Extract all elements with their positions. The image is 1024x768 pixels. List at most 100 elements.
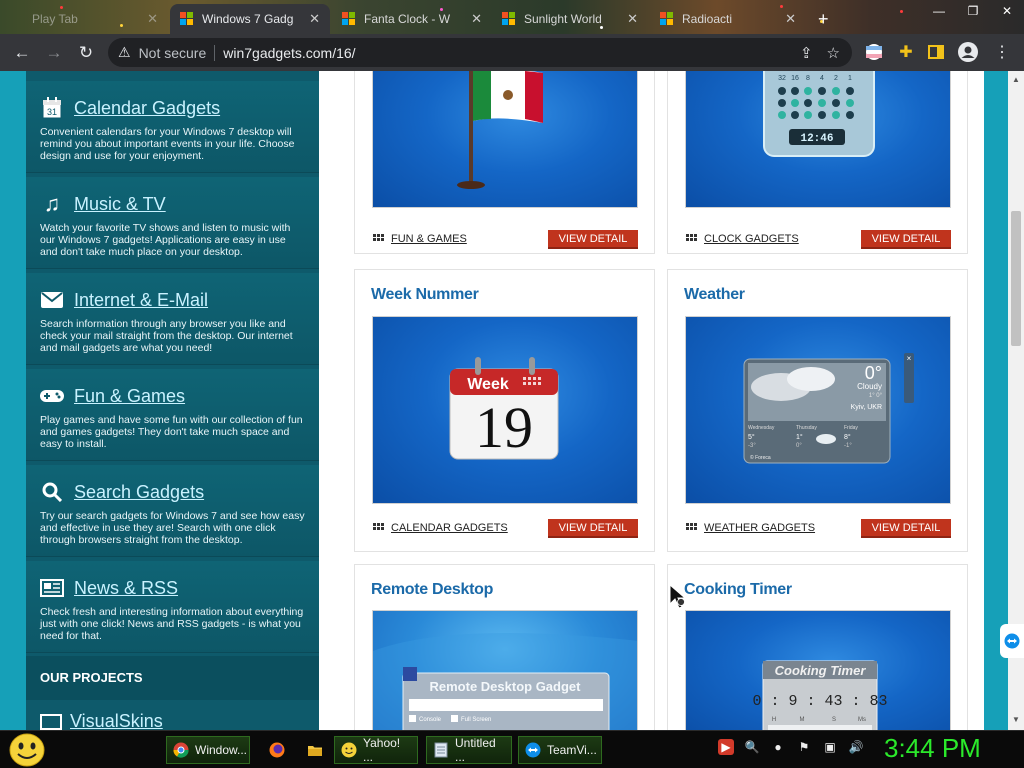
close-icon[interactable]: ✕ (779, 11, 796, 27)
extensions-puzzle-icon[interactable]: ✚ (896, 42, 916, 62)
taskbar-button-teamviewer[interactable]: TeamVi... (518, 736, 602, 764)
sidebar-item-internet-email[interactable]: Internet & E-Mail Search information thr… (26, 273, 319, 365)
sidebar-item-title[interactable]: Music & TV (74, 194, 166, 215)
gadget-card: FUN & GAMES VIEW DETAIL (354, 71, 655, 254)
mouse-cursor-icon (669, 584, 687, 609)
category-link[interactable]: WEATHER GADGETS (686, 522, 815, 534)
minimize-icon[interactable]: — (922, 0, 956, 22)
taskbar-clock[interactable]: 3:44 PM (884, 733, 981, 764)
maximize-icon[interactable]: ❐ (956, 0, 990, 22)
start-button-smiley-icon[interactable] (8, 733, 46, 767)
gadget-image-week-calendar[interactable]: Week 19 (372, 316, 638, 504)
tab-radioactive[interactable]: Radioacti ✕ (650, 4, 806, 34)
category-link[interactable]: CALENDAR GADGETS (373, 522, 508, 534)
project-title[interactable]: VisualSkins (70, 711, 163, 730)
close-icon[interactable]: ✕ (303, 11, 320, 27)
sidebar-item-calendar-gadgets[interactable]: 31 Calendar Gadgets Convenient calendars… (26, 81, 319, 173)
tab-label: Fanta Clock - W (364, 12, 451, 26)
sidebar-item-search-gadgets[interactable]: Search Gadgets Try our search gadgets fo… (26, 465, 319, 557)
scroll-down-arrow-icon[interactable]: ▼ (1012, 715, 1020, 724)
sidebar-item-title[interactable]: Search Gadgets (74, 482, 204, 503)
scrollbar-thumb[interactable] (1011, 211, 1021, 346)
taskbar-button-firefox[interactable] (262, 736, 290, 764)
taskbar: Window... Yahoo! ... Untitled ... TeamVi… (0, 730, 1024, 768)
tab-sunlight-world[interactable]: Sunlight World ✕ (492, 4, 648, 34)
search-tray-icon[interactable]: 🔍 (744, 739, 760, 755)
sidebar-item-music-tv[interactable]: ♫ Music & TV Watch your favorite TV show… (26, 177, 319, 269)
gadget-image-weather[interactable]: 0° Cloudy 1° 0° Kyiv, UKR Wednesday Thur… (685, 316, 951, 504)
divider (214, 44, 216, 61)
category-label[interactable]: FUN & GAMES (391, 233, 467, 245)
action-center-flag-icon[interactable]: ⚑ (796, 739, 812, 755)
close-icon[interactable]: ✕ (621, 11, 638, 27)
recorder-tray-icon[interactable]: ▶ (718, 739, 734, 755)
sidebar-item-title[interactable]: Internet & E-Mail (74, 290, 208, 311)
category-link[interactable]: CLOCK GADGETS (686, 233, 799, 245)
sidebar-item-desc: Convenient calendars for your Windows 7 … (40, 126, 295, 162)
gadget-image-flag[interactable] (372, 71, 638, 208)
reload-icon[interactable]: ↻ (70, 37, 102, 69)
category-label[interactable]: WEATHER GADGETS (704, 522, 815, 534)
view-detail-button[interactable]: VIEW DETAIL (548, 519, 638, 538)
svg-text:Wednesday: Wednesday (748, 425, 775, 431)
warning-triangle-icon[interactable]: ⚠ (118, 44, 131, 61)
taskbar-button-explorer[interactable] (300, 736, 328, 764)
svg-text:0°: 0° (865, 363, 882, 383)
scroll-up-arrow-icon[interactable]: ▲ (1012, 75, 1020, 84)
teamviewer-side-tab[interactable] (1000, 624, 1024, 658)
bookmark-star-icon[interactable]: ☆ (827, 44, 840, 62)
our-projects-heading: OUR PROJECTS (26, 656, 319, 700)
view-detail-button[interactable]: VIEW DETAIL (861, 230, 951, 249)
taskbar-button-chrome[interactable]: Window... (166, 736, 250, 764)
tab-label: Play Tab (32, 12, 78, 26)
profile-flag-icon[interactable] (864, 42, 884, 62)
svg-text:1: 1 (848, 75, 852, 82)
taskbar-button-yahoo[interactable]: Yahoo! ... (334, 736, 418, 764)
gadget-title[interactable]: Remote Desktop (371, 581, 493, 599)
chat-tray-icon[interactable]: ● (770, 739, 786, 755)
sidebar-item-title[interactable]: Calendar Gadgets (74, 98, 220, 119)
category-link[interactable]: FUN & GAMES (373, 233, 467, 245)
forward-arrow-icon[interactable]: → (38, 37, 70, 69)
tab-fanta-clock[interactable]: Fanta Clock - W ✕ (332, 4, 492, 34)
sidebar-item-title[interactable]: News & RSS (74, 578, 178, 599)
sidebar-item-title[interactable]: Fun & Games (74, 386, 185, 407)
project-link-visualskins[interactable]: VisualSkins (40, 711, 163, 730)
gadget-title[interactable]: Weather (684, 286, 745, 304)
gadget-card: Cooking Timer Cooking Timer 0 : 9 : 43 :… (667, 564, 968, 730)
sidepanel-icon[interactable] (926, 42, 946, 62)
menu-kebab-icon[interactable]: ⋮ (992, 42, 1012, 62)
sidebar-item-news-rss[interactable]: News & RSS Check fresh and interesting i… (26, 561, 319, 653)
close-window-icon[interactable]: ✕ (990, 0, 1024, 22)
taskbar-button-notepad[interactable]: Untitled ... (426, 736, 512, 764)
back-arrow-icon[interactable]: ← (6, 37, 38, 69)
gadget-image-binary-clock[interactable]: 32 16 8 4 2 1 12:46 (685, 71, 951, 208)
gadget-image-cooking-timer[interactable]: Cooking Timer 0 : 9 : 43 : 83 H M S Ms (685, 610, 951, 730)
gadget-title[interactable]: Week Nummer (371, 286, 479, 304)
address-bar[interactable]: ⚠ Not secure win7gadgets.com/16/ ⇪ ☆ (108, 38, 852, 67)
tab-play[interactable]: Play Tab ✕ (0, 4, 168, 34)
new-tab-button[interactable]: + (808, 4, 838, 34)
gadget-title[interactable]: Cooking Timer (684, 581, 792, 599)
close-icon[interactable]: ✕ (141, 11, 158, 27)
tab-favicon-icon (10, 12, 24, 26)
category-label[interactable]: CLOCK GADGETS (704, 233, 799, 245)
share-icon[interactable]: ⇪ (800, 44, 813, 62)
close-icon[interactable]: ✕ (465, 11, 482, 27)
view-detail-button[interactable]: VIEW DETAIL (861, 519, 951, 538)
svg-text:Console: Console (419, 717, 442, 723)
tab-windows7-gadgets[interactable]: Windows 7 Gadg ✕ (170, 4, 330, 34)
category-label[interactable]: CALENDAR GADGETS (391, 522, 508, 534)
sidebar-item-desc: Watch your favorite TV shows and listen … (40, 222, 291, 258)
volume-icon[interactable]: 🔊 (848, 739, 864, 755)
gadget-card: Remote Desktop Remote Desktop Gadget Con… (354, 564, 655, 730)
page-background-left (0, 71, 26, 730)
svg-text:19: 19 (475, 395, 533, 460)
sidebar-item-fun-games[interactable]: Fun & Games Play games and have some fun… (26, 369, 319, 461)
profile-avatar-icon[interactable] (958, 42, 978, 62)
view-detail-button[interactable]: VIEW DETAIL (548, 230, 638, 249)
svg-text:Remote Desktop Gadget: Remote Desktop Gadget (430, 679, 582, 694)
network-icon[interactable]: ▣ (822, 739, 838, 755)
gadget-image-remote-desktop[interactable]: Remote Desktop Gadget Console Full Scree… (372, 610, 638, 730)
url-text[interactable]: win7gadgets.com/16/ (223, 45, 355, 61)
